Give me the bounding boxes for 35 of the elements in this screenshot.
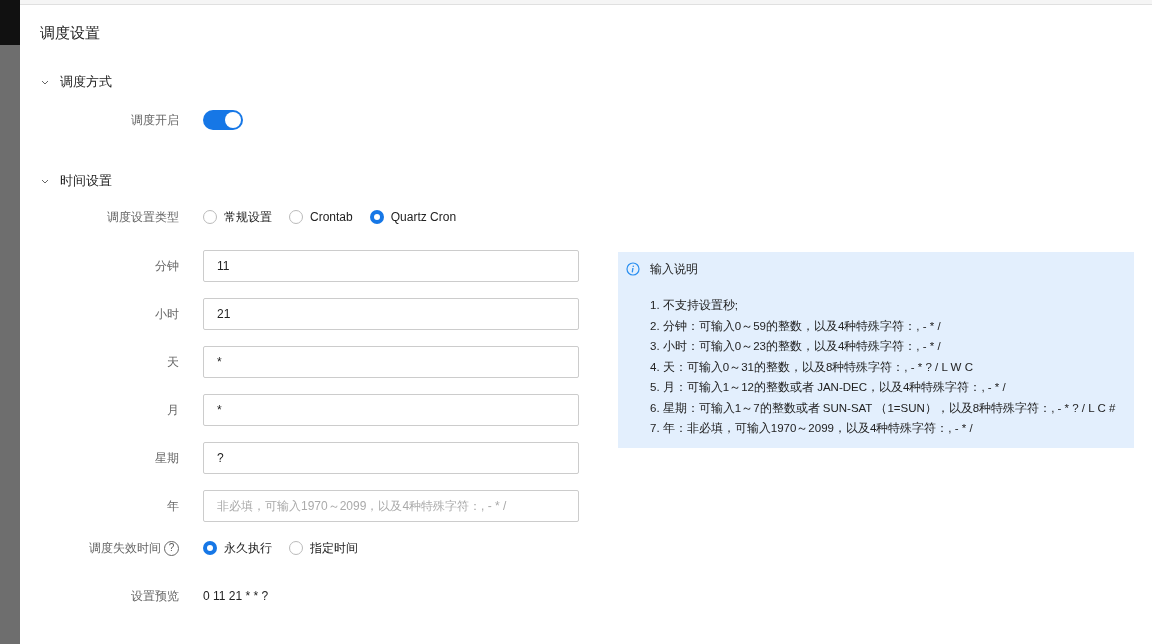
field-label: 年 (167, 498, 179, 515)
radio-option[interactable]: 永久执行 (203, 539, 272, 557)
info-line: 2. 分钟：可输入0～59的整数，以及4种特殊字符：, - * / (650, 318, 942, 334)
info-line: 6. 星期：可输入1～7的整数或者 SUN-SAT （1=SUN），以及8种特殊字符：, - * ? / L C # (650, 400, 1117, 416)
field-label: 设置预览 (131, 588, 179, 605)
info-line: 5. 月：可输入1～12的整数或者 JAN-DEC，以及4种特殊字符：, - * / (650, 380, 1007, 395)
input-field[interactable]: * (203, 346, 579, 378)
info-icon (626, 262, 640, 276)
field-label: 星期 (155, 450, 179, 467)
toggle-switch[interactable] (203, 110, 243, 130)
info-title: 输入说明 (650, 261, 698, 278)
drawer-title: 调度设置 (39, 23, 101, 43)
info-line: 7. 年：非必填，可输入1970～2099，以及4种特殊字符：, - * / (650, 421, 974, 436)
preview-value: 0 11 21 * * ? (203, 588, 269, 605)
input-field[interactable]: 11 (203, 250, 579, 282)
field-label: 调度失效时间 (89, 540, 161, 557)
info-line: 3. 小时：可输入0～23的整数，以及4种特殊字符：, - * / (650, 339, 942, 354)
section-title: 调度方式 (60, 73, 112, 92)
radio-option[interactable]: Quartz Cron (369, 208, 457, 226)
field-label: 调度开启 (131, 112, 179, 129)
section-title: 时间设置 (60, 172, 112, 191)
input-field[interactable]: 21 (203, 298, 579, 330)
field-label: 天 (167, 354, 179, 371)
input-field[interactable]: * (203, 394, 579, 426)
input-field[interactable]: ? (203, 442, 579, 474)
radio-option[interactable]: Crontab (289, 208, 353, 226)
field-label: 小时 (155, 306, 179, 323)
info-line: 1. 不支持设置秒; (650, 298, 739, 313)
radio-option[interactable]: 常规设置 (203, 208, 272, 226)
field-label: 调度设置类型 (107, 209, 179, 226)
field-label: 月 (167, 402, 179, 419)
field-label: 分钟 (155, 258, 179, 275)
radio-option[interactable]: 指定时间 (289, 539, 358, 557)
input-field[interactable]: 非必填，可输入1970～2099，以及4种特殊字符：, - * / (203, 490, 579, 522)
info-line: 4. 天：可输入0～31的整数，以及8种特殊字符：, - * ? / L W C (650, 359, 974, 375)
